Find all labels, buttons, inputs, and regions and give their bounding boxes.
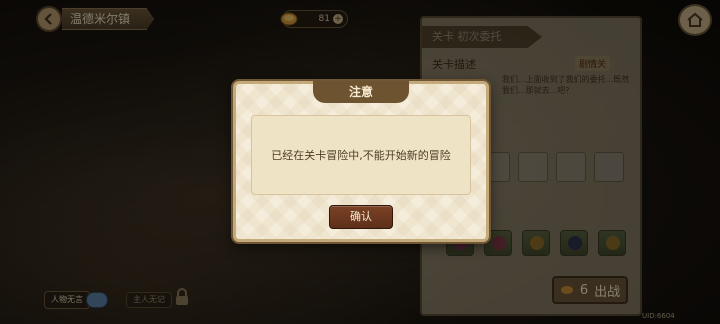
confirm-button[interactable]: 确认: [329, 205, 393, 229]
dialog-message-box: 已经在关卡冒险中,不能开始新的冒险: [251, 115, 471, 195]
dialog-message: 已经在关卡冒险中,不能开始新的冒险: [271, 149, 451, 162]
notice-dialog: 注意 已经在关卡冒险中,不能开始新的冒险 确认: [233, 81, 489, 242]
dialog-title: 注意: [313, 81, 409, 103]
